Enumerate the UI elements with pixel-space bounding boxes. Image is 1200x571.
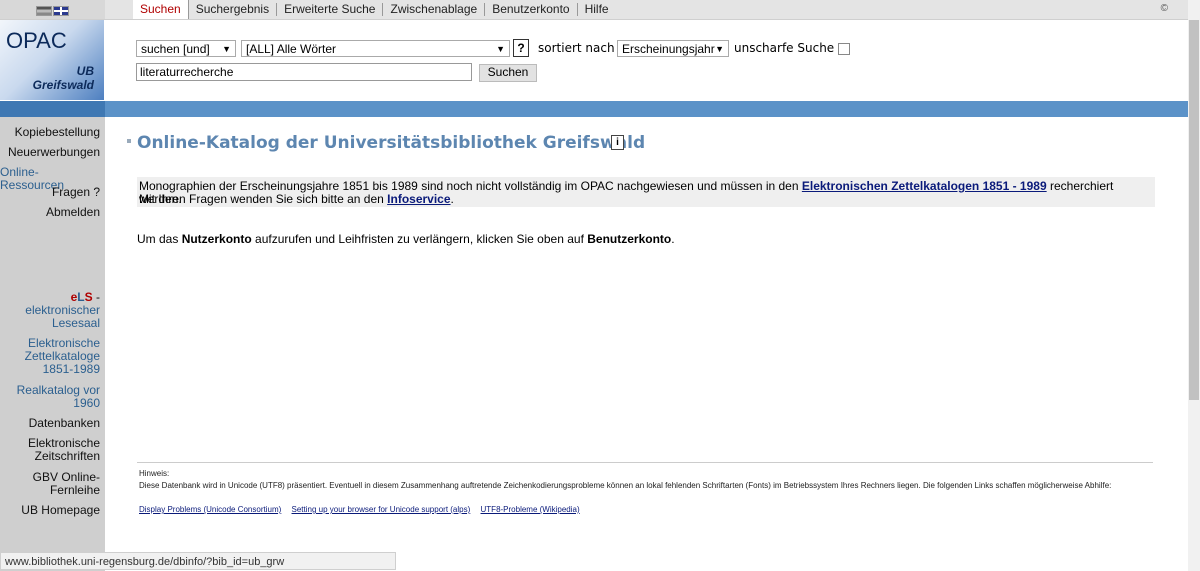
tab-hilfe[interactable]: Hilfe: [578, 3, 616, 16]
search-field-value: [ALL] Alle Wörter: [246, 42, 337, 56]
notice-box: Monographien der Erscheinungsjahre 1851 …: [137, 177, 1155, 207]
language-switcher: [0, 0, 105, 19]
account-text: Um das: [137, 232, 182, 246]
fuzzy-search-label: unscharfe Suche: [734, 41, 835, 55]
unicode-consortium-link[interactable]: Display Problems (Unicode Consortium): [139, 505, 281, 514]
els-s: S: [84, 290, 93, 304]
top-tab-bar: Suchen Suchergebnis Erweiterte Suche Zwi…: [0, 0, 1188, 20]
tab-suchergebnis[interactable]: Suchergebnis: [189, 3, 278, 16]
zettelkataloge-link[interactable]: Elektronischen Zettelkatalogen 1851 - 19…: [802, 179, 1047, 193]
sidebar-item-els[interactable]: eLS - elektronischer Lesesaal: [0, 291, 100, 330]
logo-title: OPAC: [6, 28, 67, 53]
notice-line-2: Mit Ihren Fragen wenden Sie sich bitte a…: [137, 193, 454, 206]
zk-line2: Zettelkataloge: [24, 349, 100, 363]
rk-line1: Realkatalog vor: [16, 383, 100, 397]
sidebar-item-abmelden[interactable]: Abmelden: [0, 206, 100, 219]
search-input[interactable]: [136, 63, 472, 81]
sort-label: sortiert nach: [538, 41, 615, 55]
logo-ub: UB: [76, 64, 94, 78]
account-info-text: Um das Nutzerkonto aufzurufen und Leihfr…: [137, 232, 675, 246]
main-tabs: Suchen Suchergebnis Erweiterte Suche Zwi…: [133, 0, 616, 19]
sidebar-item-zeitschriften[interactable]: Elektronische Zeitschriften: [0, 437, 100, 463]
scrollbar-thumb[interactable]: [1189, 20, 1199, 400]
rk-line2: 1960: [73, 396, 100, 410]
hint-text: Diese Datenbank wird in Unicode (UTF8) p…: [139, 481, 1112, 490]
utf8-wikipedia-link[interactable]: UTF8-Probleme (Wikipedia): [481, 505, 580, 514]
sidebar-item-fernleihe[interactable]: GBV Online- Fernleihe: [0, 471, 100, 497]
search-submit-button[interactable]: Suchen: [479, 64, 537, 82]
gbv-line2: Fernleihe: [49, 483, 100, 497]
ez-line1: Elektronische: [27, 436, 100, 450]
dropdown-arrow-icon: ▼: [222, 44, 231, 54]
sidebar-item-neuerwerbungen[interactable]: Neuerwerbungen: [0, 146, 100, 159]
sidebar-item-realkatalog[interactable]: Realkatalog vor 1960: [0, 384, 100, 410]
header-band: [0, 101, 1188, 117]
els-l: L: [77, 290, 85, 304]
els-line2: elektronischer: [25, 303, 100, 317]
tab-erweiterte-suche[interactable]: Erweiterte Suche: [277, 3, 384, 16]
search-field-select[interactable]: [ALL] Alle Wörter ▼: [241, 40, 510, 57]
search-mode-select[interactable]: suchen [und] ▼: [136, 40, 236, 57]
notice-text: .: [450, 192, 454, 206]
page-title: Online-Katalog der Universitätsbibliothe…: [137, 133, 646, 153]
title-bullet-icon: [127, 139, 131, 143]
search-mode-value: suchen [und]: [141, 42, 210, 56]
account-text: aufzurufen und Leihfristen zu verlängern…: [251, 232, 588, 246]
tab-benutzerkonto[interactable]: Benutzerkonto: [485, 3, 578, 16]
zk-line1: Elektronische: [27, 336, 100, 350]
dropdown-arrow-icon: ▼: [496, 44, 505, 54]
fuzzy-search-checkbox[interactable]: [838, 43, 850, 55]
german-flag-icon[interactable]: [36, 6, 52, 16]
sidebar-item-fragen[interactable]: Fragen ?: [0, 186, 100, 199]
browser-unicode-link[interactable]: Setting up your browser for Unicode supp…: [292, 505, 471, 514]
els-dash: -: [92, 290, 100, 304]
scrollbar[interactable]: [1188, 0, 1200, 571]
hint-label: Hinweis:: [139, 469, 170, 478]
hint-links: Display Problems (Unicode Consortium) Se…: [139, 505, 588, 514]
sidebar-item-kopiebestellung[interactable]: Kopiebestellung: [0, 126, 100, 139]
notice-text: Mit Ihren Fragen wenden Sie sich bitte a…: [139, 192, 388, 206]
copyright-icon[interactable]: ©: [1161, 3, 1168, 14]
tab-suchen[interactable]: Suchen: [133, 0, 189, 19]
opac-logo[interactable]: OPAC UB Greifswald: [0, 20, 104, 100]
account-text: .: [671, 232, 675, 246]
account-text-bold: Benutzerkonto: [587, 232, 672, 246]
zk-line3: 1851-1989: [42, 362, 100, 376]
hint-divider: [137, 462, 1153, 463]
sort-value: Erscheinungsjahr: [622, 42, 715, 56]
info-icon[interactable]: i: [611, 135, 624, 150]
sidebar-item-zettelkataloge[interactable]: Elektronische Zettelkataloge 1851-1989: [0, 337, 100, 376]
tab-zwischenablage[interactable]: Zwischenablage: [383, 3, 486, 16]
sidebar: Kopiebestellung Neuerwerbungen Online-Re…: [0, 117, 105, 571]
english-flag-icon[interactable]: [53, 6, 69, 16]
sort-select[interactable]: Erscheinungsjahr ▼: [617, 40, 729, 57]
notice-text: Monographien der Erscheinungsjahre 1851 …: [139, 179, 802, 193]
els-line3: Lesesaal: [51, 316, 100, 330]
ez-line2: Zeitschriften: [34, 449, 100, 463]
logo-city: Greifswald: [32, 78, 94, 92]
gbv-line1: GBV Online-: [32, 470, 100, 484]
infoservice-link[interactable]: Infoservice: [387, 192, 450, 206]
sidebar-item-homepage[interactable]: UB Homepage: [0, 504, 100, 517]
account-text-bold: Nutzerkonto: [181, 232, 252, 246]
header-band-left: [0, 101, 105, 117]
sidebar-item-datenbanken[interactable]: Datenbanken: [0, 417, 100, 430]
dropdown-arrow-icon: ▼: [715, 44, 724, 54]
status-bar-url: www.bibliothek.uni-regensburg.de/dbinfo/…: [0, 552, 396, 570]
search-help-button[interactable]: ?: [513, 39, 529, 57]
